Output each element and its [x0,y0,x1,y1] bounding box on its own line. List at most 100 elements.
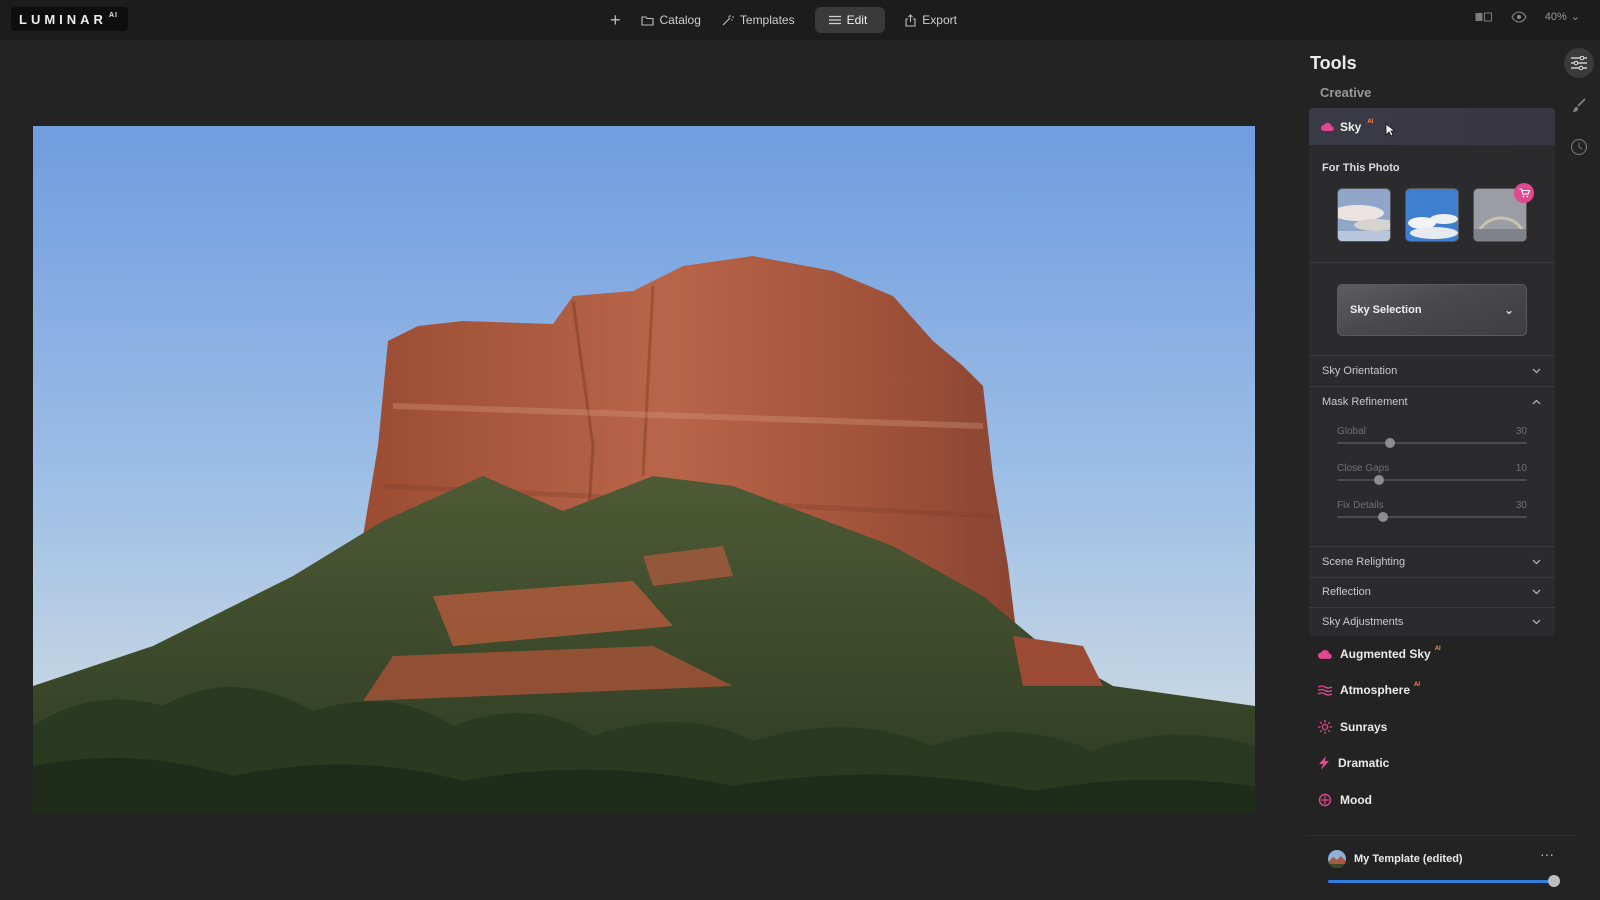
template-name: My Template (edited) [1354,853,1463,865]
main-nav: + Catalog Templates Edit Export [610,7,967,33]
top-bar: LUMINAR AI + Catalog Templates Edit Expor… [0,0,1600,40]
divider [1309,262,1555,263]
zoom-dropdown[interactable]: 40% ⌄ [1544,10,1580,24]
mask-refinement-section[interactable]: Mask Refinement [1309,387,1555,417]
slider-value: 30 [1515,426,1527,437]
group-label: Creative [1320,85,1372,100]
reflection-section[interactable]: Reflection [1309,577,1555,607]
slider-knob[interactable] [1548,875,1560,887]
tool-label: Sunrays [1340,720,1388,734]
slider-track[interactable] [1337,438,1527,448]
edit-tab[interactable]: Edit [814,7,886,33]
chevron-down-icon: ⌄ [1570,11,1580,23]
folder-icon [640,15,654,26]
section-label: Mask Refinement [1322,396,1408,408]
sky-label: Sky [1340,119,1362,134]
panel-title: Tools [1310,53,1357,73]
export-tab[interactable]: Export [895,7,967,33]
slider-label: Close Gaps [1337,463,1390,474]
slider-knob[interactable] [1377,512,1388,522]
cursor-icon [1385,122,1396,137]
catalog-tab[interactable]: Catalog [631,7,711,33]
section-label: Sky Orientation [1322,365,1398,377]
close-gaps-slider[interactable]: Close Gaps 10 [1337,463,1527,485]
sky-selection-dropdown[interactable]: Sky Selection ⌄ [1337,284,1527,336]
eye-icon[interactable] [1511,10,1527,23]
templates-tab[interactable]: Templates [711,7,805,33]
magic-wand-icon [722,15,734,26]
slider-knob[interactable] [1385,438,1396,448]
add-photos-button[interactable]: + [610,7,631,33]
chevron-down-icon [1532,559,1541,565]
history-tab[interactable] [1564,132,1594,162]
photo-image [33,126,1255,813]
cloud-icon [1318,650,1332,659]
tool-mood[interactable]: Mood [1318,790,1372,810]
logo-ai: AI [108,11,118,19]
tool-sunrays[interactable]: Sunrays [1318,717,1387,737]
logo-text: LUMINAR [19,11,107,27]
fix-details-slider[interactable]: Fix Details 30 [1337,500,1527,522]
more-options-button[interactable]: ··· [1540,846,1554,862]
sky-thumbnails [1337,188,1527,242]
cloud-icon [1321,122,1334,131]
shop-badge[interactable] [1514,183,1534,203]
for-this-photo-label: For This Photo [1322,162,1400,174]
plus-icon: + [610,9,621,30]
section-label: Scene Relighting [1322,556,1406,568]
tool-label: Mood [1340,793,1372,807]
app-logo: LUMINAR AI [11,7,128,31]
share-icon [905,13,916,27]
slider-label: Fix Details [1337,500,1384,511]
slider-knob[interactable] [1373,475,1384,485]
panel-switcher [1564,48,1594,174]
edit-label: Edit [846,13,868,27]
ai-badge: AI [1414,682,1421,688]
adjustments-icon [1571,56,1587,70]
tool-dramatic[interactable]: Dramatic [1318,753,1389,773]
compare-icon[interactable] [1475,11,1493,23]
tool-label: Augmented Sky [1340,647,1431,661]
chevron-down-icon [1532,589,1541,595]
tool-atmosphere[interactable]: Atmosphere AI [1318,680,1420,700]
sky-orientation-section[interactable]: Sky Orientation [1309,356,1555,386]
template-thumbnail [1328,850,1346,868]
chevron-up-icon [1532,399,1541,405]
slider-value: 10 [1515,463,1527,474]
scene-relighting-section[interactable]: Scene Relighting [1309,547,1555,577]
ai-badge: AI [1434,646,1441,652]
slider-label: Global [1337,426,1366,437]
tool-label: Atmosphere [1340,683,1411,697]
photo-canvas[interactable] [33,126,1255,813]
template-row[interactable]: My Template (edited) [1328,850,1463,868]
chevron-down-icon [1532,368,1541,374]
view-controls: 40% ⌄ [1475,10,1580,23]
sun-icon [1318,720,1332,734]
sky-tool-header[interactable]: Sky AI [1309,108,1555,145]
template-bar: My Template (edited) ··· [1306,835,1576,895]
slider-track[interactable] [1337,512,1527,522]
tools-tab[interactable] [1564,48,1594,78]
tool-label: Dramatic [1338,756,1390,770]
zoom-value: 40% [1544,10,1567,23]
cart-icon [1519,188,1530,198]
sky-thumbnail[interactable] [1405,188,1459,242]
ai-badge: AI [1367,118,1374,125]
tool-augmented-sky[interactable]: Augmented Sky AI [1318,644,1441,664]
template-amount-slider[interactable] [1328,875,1560,887]
presets-tab[interactable] [1564,90,1594,120]
sky-adjustments-section[interactable]: Sky Adjustments [1309,607,1555,636]
sky-selection-label: Sky Selection [1350,304,1422,316]
bolt-icon [1319,756,1329,770]
export-label: Export [922,13,957,27]
section-label: Reflection [1322,586,1371,598]
slider-track[interactable] [1337,475,1527,485]
clock-icon [1570,138,1588,156]
waves-icon [1318,684,1332,696]
section-label: Sky Adjustments [1322,616,1404,628]
global-slider[interactable]: Global 30 [1337,426,1527,448]
chevron-down-icon [1532,619,1541,625]
sky-thumbnail[interactable] [1337,188,1391,242]
flower-icon [1318,793,1332,807]
chevron-down-icon: ⌄ [1503,303,1514,317]
